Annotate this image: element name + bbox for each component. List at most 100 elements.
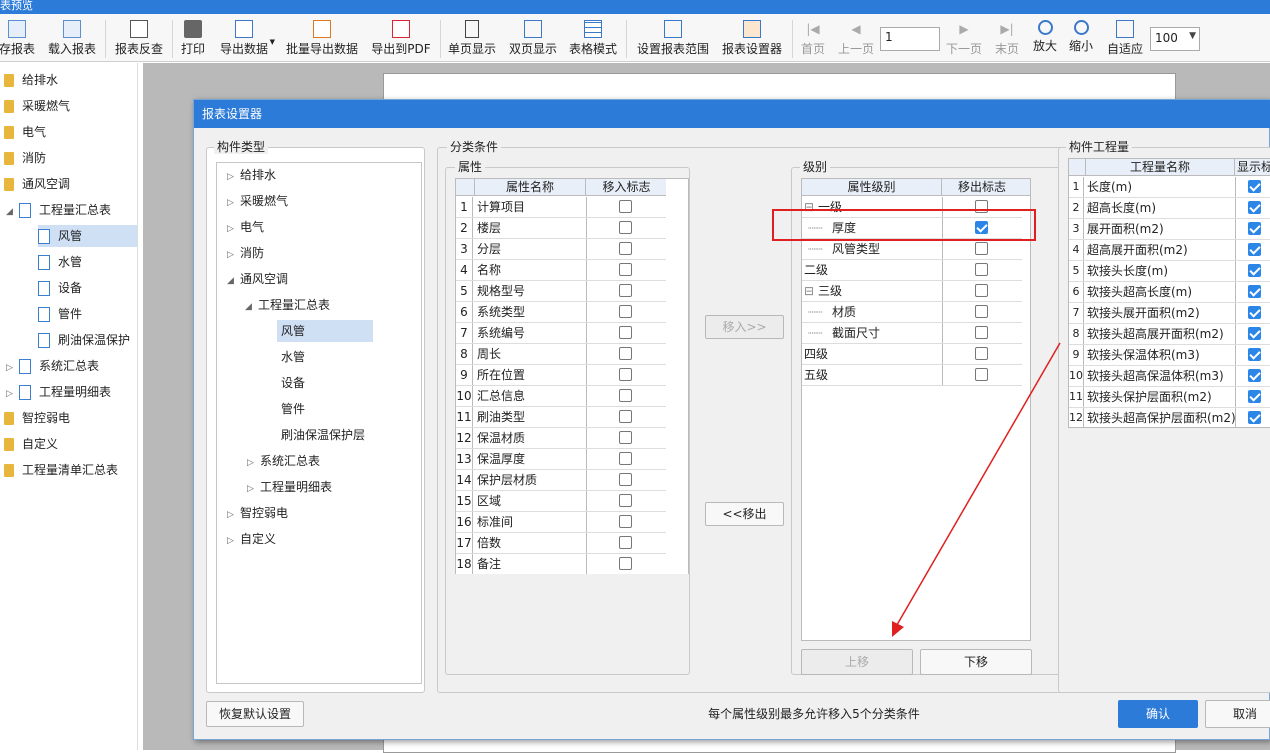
cancel-button[interactable]: 取消	[1205, 700, 1270, 728]
move-in-checkbox[interactable]	[619, 242, 632, 255]
quantity-row[interactable]: 5 软接头长度(m)	[1069, 261, 1270, 282]
previous-page-button[interactable]: ◀ 上一页	[836, 18, 876, 60]
save-report-button[interactable]: 存报表	[0, 18, 36, 60]
tree-item-water-drainage[interactable]: 给排水	[4, 69, 58, 91]
level-row[interactable]: ┈┈ 风管类型	[802, 239, 1022, 260]
type-item-fittings[interactable]: 管件	[281, 398, 305, 420]
attribute-row[interactable]: 12 保温材质	[456, 428, 666, 449]
quantity-row[interactable]: 1 长度(m)	[1069, 177, 1270, 198]
attribute-row[interactable]: 5 规格型号	[456, 281, 666, 302]
show-flag-checkbox[interactable]	[1248, 369, 1261, 382]
tree-item-smart-low-voltage[interactable]: 智控弱电	[4, 407, 70, 429]
move-in-checkbox[interactable]	[619, 389, 632, 402]
next-page-button[interactable]: ▶ 下一页	[944, 18, 984, 60]
attribute-row[interactable]: 3 分层	[456, 239, 666, 260]
export-data-button[interactable]: 导出数据 ▼	[215, 18, 275, 60]
show-flag-checkbox[interactable]	[1248, 264, 1261, 277]
page-number-input[interactable]: 1	[880, 27, 940, 51]
attribute-row[interactable]: 14 保护层材质	[456, 470, 666, 491]
move-out-checkbox[interactable]	[975, 305, 988, 318]
dialog-title-bar[interactable]: 报表设置器	[194, 100, 1270, 128]
show-flag-checkbox[interactable]	[1248, 285, 1261, 298]
show-flag-checkbox[interactable]	[1248, 180, 1261, 193]
attribute-row[interactable]: 15 区域	[456, 491, 666, 512]
attribute-row[interactable]: 18 备注	[456, 554, 666, 574]
zoom-select[interactable]: 100 ▼	[1150, 27, 1200, 51]
report-settings-button[interactable]: 报表设置器	[719, 18, 785, 60]
first-page-button[interactable]: |◀ 首页	[798, 18, 828, 60]
move-in-checkbox[interactable]	[619, 473, 632, 486]
quantity-row[interactable]: 7 软接头展开面积(m2)	[1069, 303, 1270, 324]
type-item-pipe[interactable]: 水管	[281, 346, 305, 368]
move-in-checkbox[interactable]	[619, 284, 632, 297]
quantity-row[interactable]: 12 软接头超高保护层面积(m2)	[1069, 408, 1270, 427]
move-down-button[interactable]: 下移	[920, 649, 1032, 675]
attribute-row[interactable]: 11 刷油类型	[456, 407, 666, 428]
move-in-checkbox[interactable]	[619, 200, 632, 213]
type-item-system-summary[interactable]: ▷ 系统汇总表	[247, 450, 320, 472]
type-item-heating-gas[interactable]: ▷ 采暖燃气	[227, 190, 288, 212]
tree-item-custom[interactable]: 自定义	[4, 433, 58, 455]
attribute-row[interactable]: 2 楼层	[456, 218, 666, 239]
type-item-equipment[interactable]: 设备	[281, 372, 305, 394]
quantity-row[interactable]: 3 展开面积(m2)	[1069, 219, 1270, 240]
move-up-button[interactable]: 上移	[801, 649, 913, 675]
show-flag-checkbox[interactable]	[1248, 201, 1261, 214]
attribute-row[interactable]: 6 系统类型	[456, 302, 666, 323]
move-out-button[interactable]: <<移出	[705, 502, 784, 526]
type-item-custom[interactable]: ▷ 自定义	[227, 528, 276, 550]
quantity-row[interactable]: 4 超高展开面积(m2)	[1069, 240, 1270, 261]
show-flag-checkbox[interactable]	[1248, 327, 1261, 340]
quantity-row[interactable]: 9 软接头保温体积(m3)	[1069, 345, 1270, 366]
attribute-row[interactable]: 17 倍数	[456, 533, 666, 554]
tree-item-equipment[interactable]: 设备	[38, 277, 82, 299]
move-in-checkbox[interactable]	[619, 410, 632, 423]
tree-item-hvac[interactable]: 通风空调	[4, 173, 70, 195]
level-row[interactable]: ⊟ 三级	[802, 281, 1022, 302]
zoom-in-button[interactable]: 放大	[1030, 18, 1060, 60]
tree-item-quantity-summary[interactable]: ◢ 工程量汇总表	[6, 199, 111, 221]
show-flag-checkbox[interactable]	[1248, 348, 1261, 361]
move-in-checkbox[interactable]	[619, 326, 632, 339]
attribute-row[interactable]: 10 汇总信息	[456, 386, 666, 407]
move-in-button[interactable]: 移入>>	[705, 315, 784, 339]
type-item-duct[interactable]: 风管	[277, 320, 373, 342]
move-in-checkbox[interactable]	[619, 347, 632, 360]
tree-item-electrical[interactable]: 电气	[4, 121, 46, 143]
tree-item-duct[interactable]: 风管	[38, 225, 137, 247]
quantity-row[interactable]: 8 软接头超高展开面积(m2)	[1069, 324, 1270, 345]
attribute-row[interactable]: 7 系统编号	[456, 323, 666, 344]
move-in-checkbox[interactable]	[619, 431, 632, 444]
quantity-row[interactable]: 2 超高长度(m)	[1069, 198, 1270, 219]
tree-item-fittings[interactable]: 管件	[38, 303, 82, 325]
single-page-button[interactable]: 单页显示	[446, 18, 498, 60]
attribute-row[interactable]: 9 所在位置	[456, 365, 666, 386]
type-item-electrical[interactable]: ▷ 电气	[227, 216, 264, 238]
move-in-checkbox[interactable]	[619, 263, 632, 276]
type-item-quantity-detail[interactable]: ▷ 工程量明细表	[247, 476, 332, 498]
move-out-checkbox[interactable]	[975, 284, 988, 297]
tree-item-system-summary[interactable]: ▷ 系统汇总表	[6, 355, 99, 377]
zoom-out-button[interactable]: 缩小	[1066, 18, 1096, 60]
type-item-paint-insulation[interactable]: 刷油保温保护层	[281, 424, 365, 446]
level-row[interactable]: ┈┈ 材质	[802, 302, 1022, 323]
show-flag-checkbox[interactable]	[1248, 390, 1261, 403]
attribute-row[interactable]: 8 周长	[456, 344, 666, 365]
move-in-checkbox[interactable]	[619, 452, 632, 465]
move-out-checkbox[interactable]	[975, 263, 988, 276]
attribute-row[interactable]: 16 标准间	[456, 512, 666, 533]
show-flag-checkbox[interactable]	[1248, 243, 1261, 256]
move-in-checkbox[interactable]	[619, 494, 632, 507]
export-pdf-button[interactable]: 导出到PDF	[368, 18, 434, 60]
set-report-range-button[interactable]: 设置报表范围	[634, 18, 712, 60]
show-flag-checkbox[interactable]	[1248, 222, 1261, 235]
type-item-hvac[interactable]: ◢ 通风空调	[227, 268, 288, 290]
type-item-water-drainage[interactable]: ▷ 给排水	[227, 164, 276, 186]
type-item-quantity-summary[interactable]: ◢ 工程量汇总表	[245, 294, 330, 316]
move-in-checkbox[interactable]	[619, 221, 632, 234]
fit-to-window-button[interactable]: 自适应	[1104, 18, 1146, 60]
show-flag-checkbox[interactable]	[1248, 306, 1261, 319]
show-flag-checkbox[interactable]	[1248, 411, 1261, 424]
tree-item-bill-summary[interactable]: 工程量清单汇总表	[4, 459, 118, 481]
attribute-row[interactable]: 1 计算项目	[456, 197, 666, 218]
